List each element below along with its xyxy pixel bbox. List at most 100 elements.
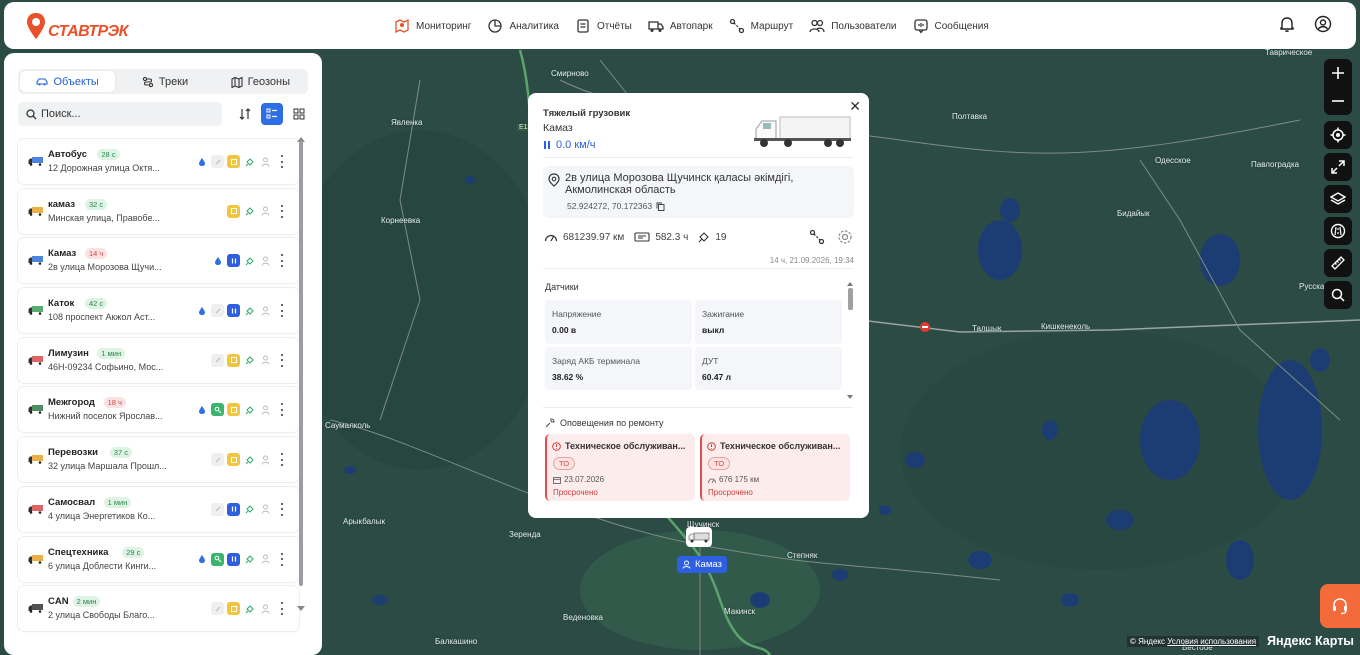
account-icon[interactable] [1314,15,1332,33]
alert-title-text: Техническое обслуживан... [720,441,841,451]
object-name: CAN [48,596,69,608]
nav-route[interactable]: Маршрут [723,12,800,40]
more-options-icon[interactable] [279,602,285,616]
vehicle-type-icon [28,157,43,166]
scroll-down-arrow[interactable] [297,606,305,611]
fuel-drop-icon [195,304,208,317]
object-card[interactable]: Самосвал 1 мин 4 улица Энергетиков Ко... [18,486,299,532]
list-view-button[interactable] [261,103,283,125]
support-button[interactable] [1320,584,1360,628]
object-card[interactable]: CAN 2 мин 2 улица Свободы Благо... [18,586,299,632]
nav-label: Мониторинг [416,20,472,32]
vehicle-map-marker[interactable] [686,527,712,547]
search-input[interactable] [41,108,211,120]
repair-alert-card[interactable]: Техническое обслуживан... ТО 23.07.2026 … [545,434,695,501]
tab-geozones[interactable]: Геозоны [213,69,308,94]
nav-analytics[interactable]: Аналитика [481,12,565,40]
repair-alert-card[interactable]: Техническое обслуживан... ТО 676 175 км … [700,434,850,501]
main-nav: Мониторинг Аналитика Отчёты Автопарк Мар… [388,12,995,40]
sensors-scroll-down[interactable] [847,395,853,399]
speed-value: 0.0 км/ч [556,139,596,151]
tab-tracks[interactable]: Треки [117,69,212,94]
last-seen-badge: 28 с [97,149,120,160]
more-options-icon[interactable] [279,204,285,218]
sensor-value: 60.47 л [702,371,732,382]
map-search-button[interactable] [1324,281,1352,309]
more-options-icon[interactable] [279,502,285,516]
zoom-out-icon[interactable] [1330,93,1346,109]
zoom-in-icon[interactable] [1330,65,1346,81]
fullscreen-button[interactable] [1324,153,1352,181]
object-card[interactable]: Автобус 28 с 12 Дорожная улица Октя... [18,139,299,184]
route-icon[interactable] [809,229,825,245]
map-label: Бидайык [1117,209,1150,218]
ignition-key-icon [211,502,224,516]
sensors-scrollbar[interactable] [848,288,853,310]
yandex-maps-brand[interactable]: Яндекс Карты [1267,634,1354,648]
map-label: Таврическое [1265,48,1313,57]
fuel-drop-icon [195,553,208,566]
nav-messages[interactable]: Сообщения [907,12,995,40]
more-options-icon[interactable] [279,304,285,318]
more-options-icon[interactable] [279,453,285,467]
parking-status-icon [227,353,240,367]
locate-button[interactable] [1324,121,1352,149]
copy-icon[interactable] [656,202,665,211]
driver-icon [259,205,272,218]
driver-icon [259,155,272,168]
sensors-scroll-up[interactable] [847,282,853,286]
object-card[interactable]: Камаз 14 ч 2в улица Морозова Щучи... [18,238,299,284]
map-label: Явленка [391,118,423,127]
more-options-icon[interactable] [279,552,285,566]
vehicle-type-icon [28,604,43,613]
sort-button[interactable] [234,103,255,125]
more-options-icon[interactable] [279,155,285,168]
driver-icon [259,602,272,615]
satellite-signal-icon [243,602,256,615]
nav-reports[interactable]: Отчёты [569,12,638,40]
object-card[interactable]: Межгород 18 ч Нижний поселок Ярослав... [18,387,299,433]
repair-alerts: Техническое обслуживан... ТО 23.07.2026 … [545,434,850,501]
truck-image [754,116,851,147]
last-seen-badge: 1 мин [97,347,126,359]
object-card[interactable]: Лимузин 1 мин 46Н-09234 Софьино, Мос... [18,337,299,383]
objects-scrollbar[interactable] [299,141,303,586]
brand-logo[interactable]: СТАВТРЭК [26,11,129,41]
grid-view-button[interactable] [289,103,310,125]
vehicle-marker-label[interactable]: Камаз [677,556,727,573]
ruler-button[interactable] [1324,249,1352,277]
object-card[interactable]: Спецтехника 29 с 6 улица Доблести Кинги... [18,536,299,582]
message-icon [913,19,928,34]
object-card[interactable]: камаз 32 с Минская улица, Правобе... [18,188,299,234]
object-name: Самосвал [48,496,96,508]
ignition-key-icon [211,353,224,367]
search-icon [26,108,37,119]
settings-icon[interactable] [837,229,853,245]
fuel-drop-icon [195,155,208,168]
more-options-icon[interactable] [279,353,285,367]
object-card[interactable]: Перевозки 37 с 32 улица Маршала Прошл... [18,437,299,483]
grid-view-icon [293,108,305,120]
traffic-button[interactable] [1324,217,1352,245]
object-name: Каток [48,298,75,310]
search-box [18,102,223,126]
tab-objects[interactable]: Объекты [20,71,116,92]
odometer-stat: 681239.97 км [544,231,624,243]
more-options-icon[interactable] [279,403,285,417]
zoom-controls [1324,59,1352,115]
object-address: 2в улица Морозова Щучи... [48,262,162,273]
top-right-actions [1278,15,1332,33]
nav-monitoring[interactable]: Мониторинг [388,12,477,40]
layers-button[interactable] [1324,185,1352,213]
wrench-icon [545,418,555,428]
map-label: Кишкенеколь [1041,322,1091,331]
terms-link[interactable]: Условия использования [1167,637,1256,646]
more-options-icon[interactable] [279,254,285,268]
object-card[interactable]: Каток 42 с 108 проспект Акжол Аст... [18,288,299,334]
bell-icon[interactable] [1278,15,1296,33]
nav-users[interactable]: Пользователи [803,12,902,40]
last-seen-badge: 29 с [122,546,145,558]
tab-label: Геозоны [247,75,290,88]
nav-fleet[interactable]: Автопарк [642,12,719,40]
repair-alerts-title: Оповещения по ремонту [545,418,664,428]
